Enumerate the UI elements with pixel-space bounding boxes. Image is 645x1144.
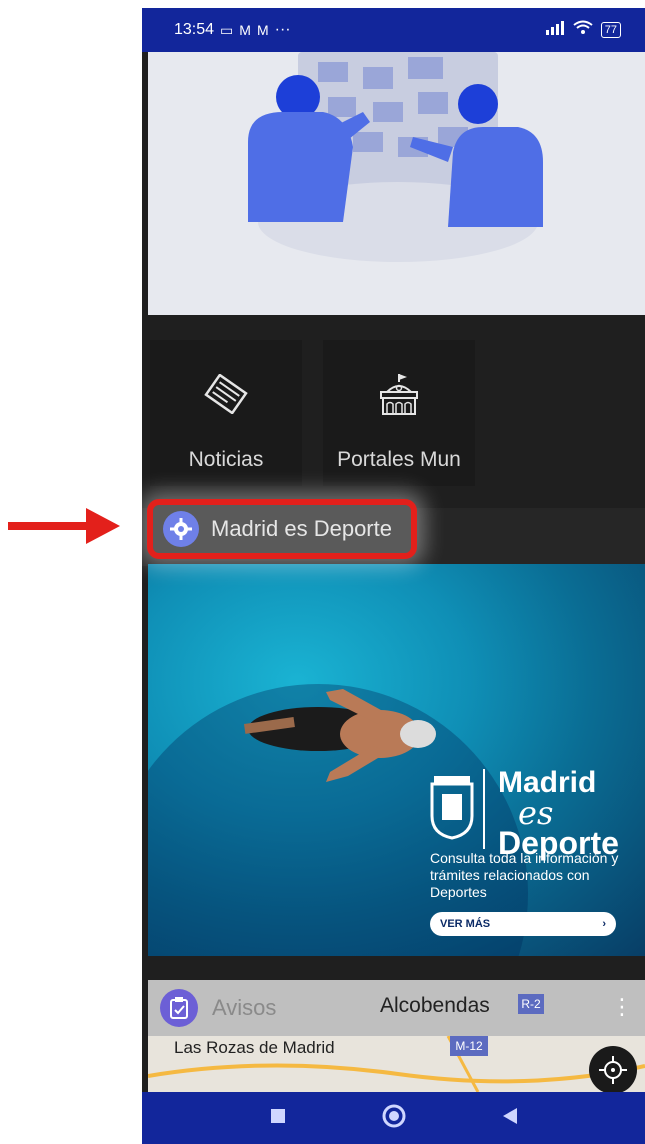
- madrid-es-deporte-header[interactable]: Madrid es Deporte: [147, 499, 417, 559]
- status-bar: 13:54 ▭ M M ··· 77: [142, 8, 645, 52]
- town-hall-icon: [379, 374, 419, 423]
- banner-es: es: [518, 794, 554, 832]
- navigation-bar: [142, 1092, 645, 1144]
- map-label-las-rozas: Las Rozas de Madrid: [174, 1038, 335, 1057]
- gear-icon: [163, 511, 199, 547]
- tile-label: Portales Mun: [337, 448, 461, 471]
- status-time: 13:54: [174, 21, 215, 38]
- gmail-icon: M: [239, 22, 251, 38]
- pointer-arrow-icon: [8, 506, 120, 551]
- banner-madrid: Madrid: [498, 766, 597, 799]
- banner-description: Consulta toda la información y trámites …: [430, 850, 619, 900]
- map-view[interactable]: Las Rozas de Madrid M-12: [148, 1036, 645, 1094]
- ver-mas-button[interactable]: VER MÁS ›: [430, 912, 616, 936]
- tile-label: Noticias: [188, 448, 264, 471]
- section-label: Madrid es Deporte: [211, 516, 392, 541]
- wifi-icon: [573, 20, 593, 41]
- ver-mas-label: VER MÁS: [440, 918, 491, 930]
- banner-title: Madrid es Deporte: [498, 766, 619, 860]
- more-notifications: ···: [274, 21, 291, 38]
- clipboard-icon: [160, 989, 198, 1027]
- signal-icon: [545, 20, 565, 40]
- tile-noticias[interactable]: Noticias: [150, 340, 302, 486]
- banner-divider: [483, 769, 485, 849]
- locate-icon[interactable]: [589, 1046, 637, 1094]
- home-icon[interactable]: [382, 1104, 406, 1133]
- map-road-r2: R-2: [518, 994, 544, 1014]
- recents-icon[interactable]: [270, 1108, 285, 1128]
- madrid-es-deporte-banner[interactable]: Madrid es Deporte Consulta toda la infor…: [148, 564, 645, 956]
- tile-portales[interactable]: Portales Mun: [323, 340, 475, 486]
- phone-screen: 13:54 ▭ M M ··· 77 Noticias Portales Mun…: [142, 8, 645, 1144]
- chevron-right-icon: ›: [602, 918, 606, 930]
- vr-icon: ▭: [220, 21, 234, 38]
- battery-icon: 77: [600, 22, 621, 38]
- newspaper-icon: [202, 373, 250, 419]
- gmail-icon: M: [256, 22, 269, 38]
- madrid-crest-icon: [428, 776, 476, 845]
- map-label-alcobendas: Alcobendas: [380, 994, 490, 1017]
- avisos-row[interactable]: Avisos Alcobendas R-2 ⋮: [148, 980, 645, 1036]
- hero-illustration[interactable]: [148, 52, 645, 315]
- more-vert-icon[interactable]: ⋮: [611, 994, 633, 1020]
- map-road-m12: M-12: [450, 1036, 488, 1056]
- avisos-label: Avisos: [212, 995, 277, 1020]
- back-icon[interactable]: [502, 1107, 517, 1129]
